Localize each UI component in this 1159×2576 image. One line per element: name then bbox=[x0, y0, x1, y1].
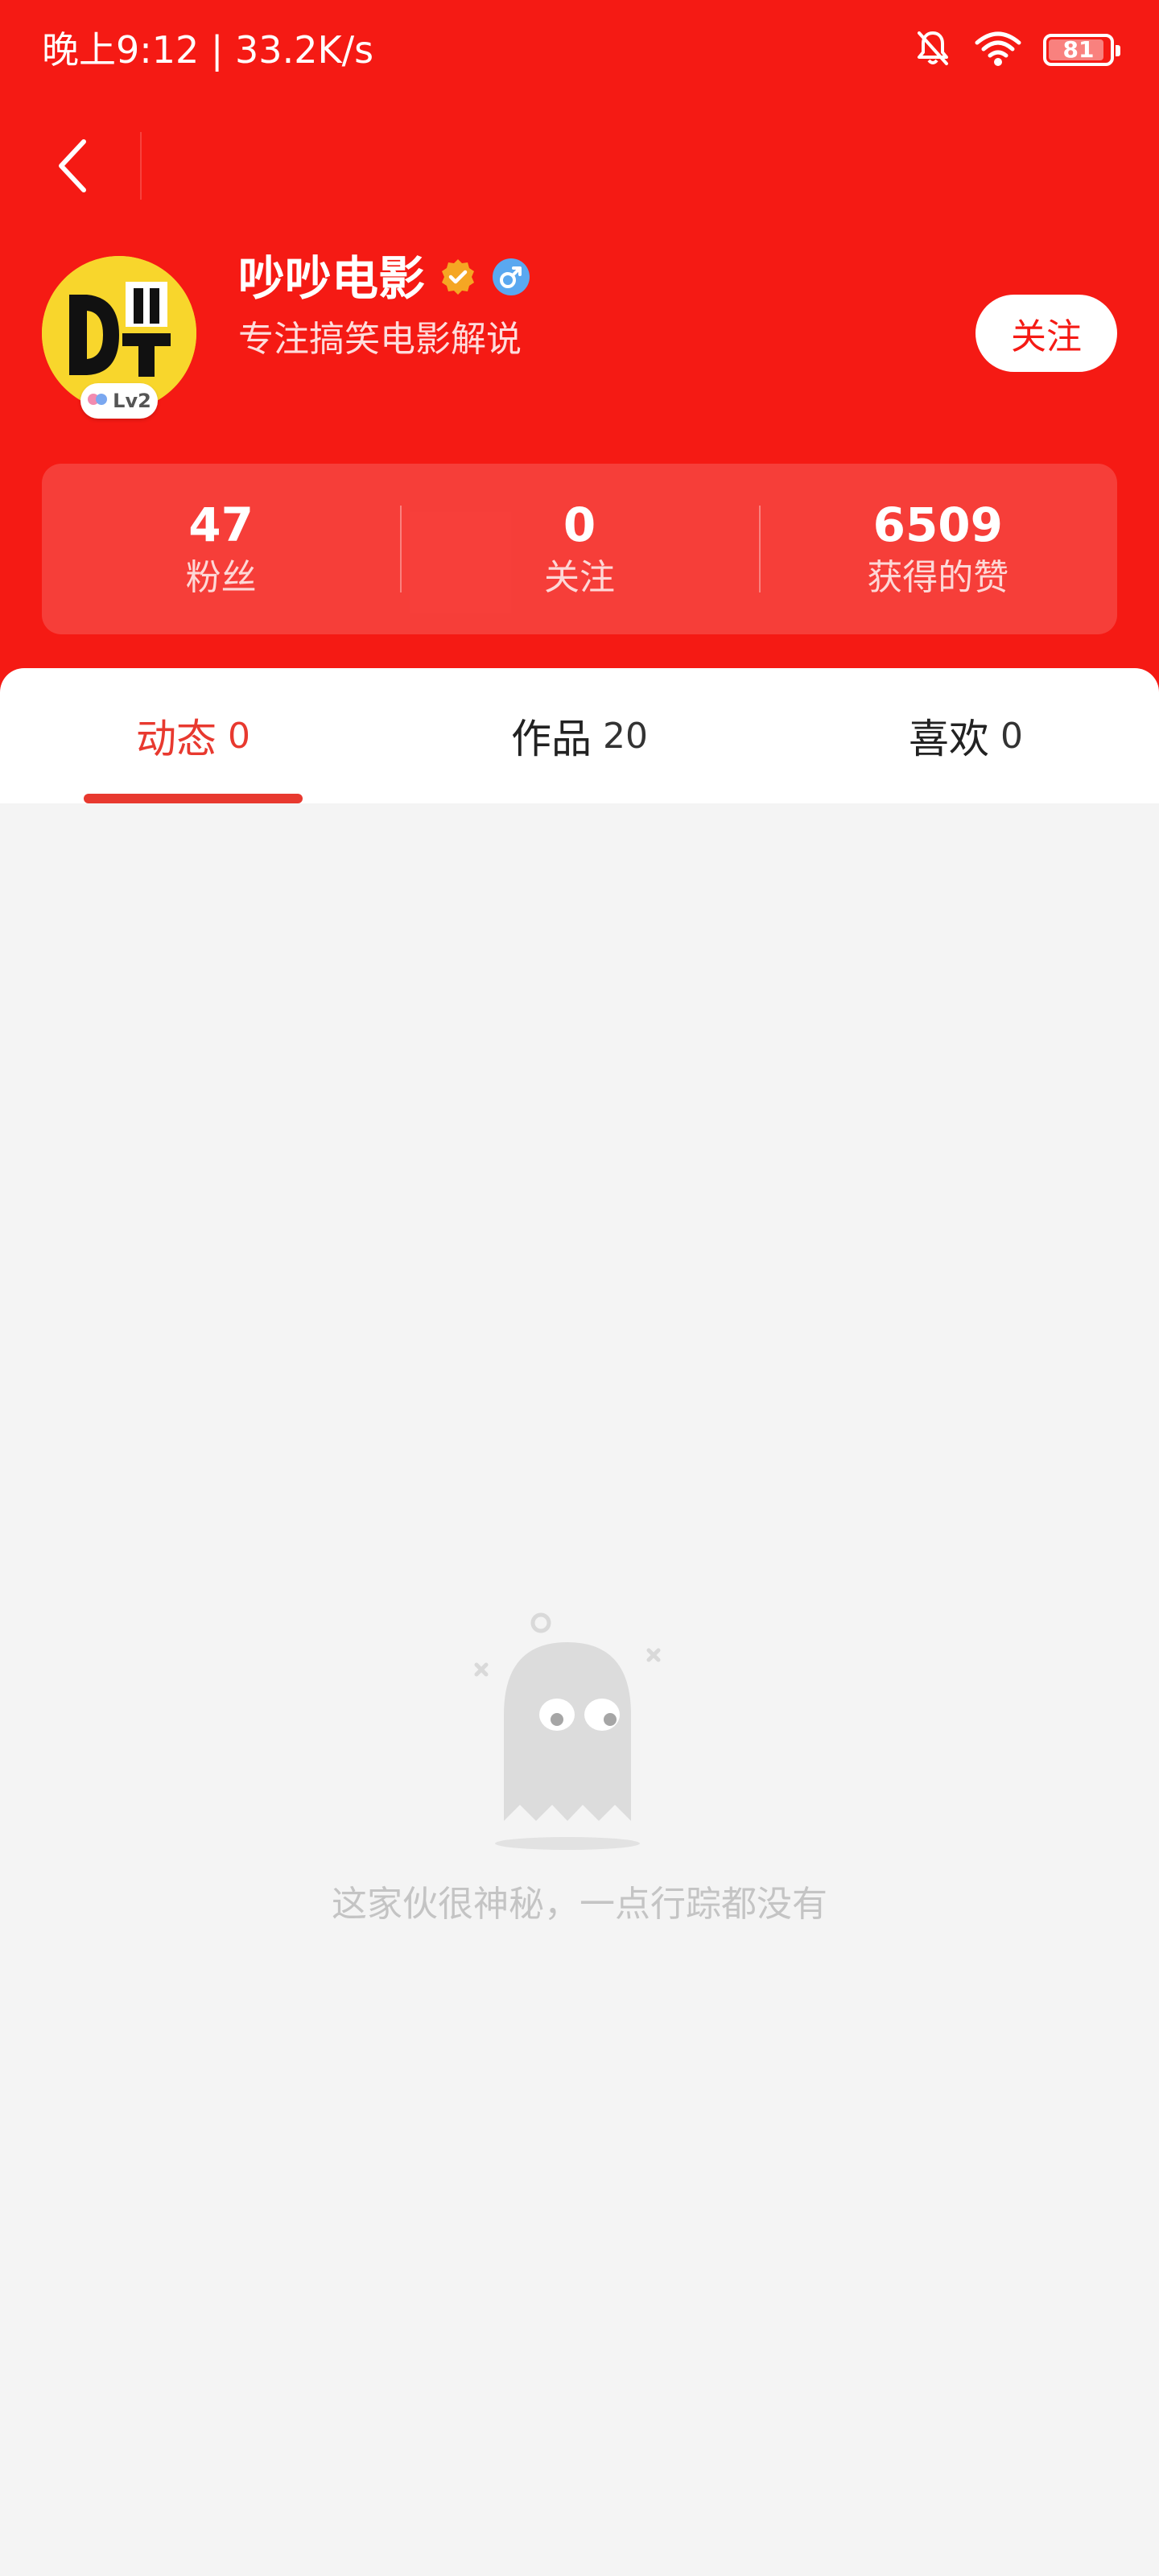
chevron-left-icon bbox=[55, 137, 90, 198]
stat-likes-value: 6509 bbox=[872, 497, 1004, 552]
back-button[interactable] bbox=[40, 129, 105, 206]
bell-off-icon bbox=[913, 28, 953, 72]
profile-header: 晚上9:12 | 33.2K/s 81 Lv2 吵吵电影 专注搞笑电影解说 关注… bbox=[0, 0, 1159, 692]
tab-likes-label: 喜欢 bbox=[909, 716, 989, 762]
stat-following[interactable]: 0 关注 bbox=[400, 464, 758, 634]
stat-fans-label: 粉丝 bbox=[185, 557, 257, 598]
stat-following-value: 0 bbox=[563, 497, 596, 552]
stat-fans-value: 47 bbox=[188, 497, 254, 552]
stats-card: 47 粉丝 0 关注 6509 获得的赞 bbox=[42, 464, 1117, 634]
tab-works[interactable]: 作品 20 bbox=[386, 668, 773, 803]
battery-icon: 81 bbox=[1043, 34, 1120, 66]
tab-works-label: 作品 bbox=[511, 716, 592, 762]
level-badge: Lv2 bbox=[80, 383, 158, 419]
profile-tabs: 动态 0 作品 20 喜欢 0 bbox=[0, 668, 1159, 803]
nav-divider bbox=[140, 132, 142, 200]
wifi-icon bbox=[974, 28, 1022, 72]
status-time-speed: 晚上9:12 | 33.2K/s bbox=[42, 28, 374, 72]
stat-likes-label: 获得的赞 bbox=[867, 557, 1009, 598]
ghost-icon bbox=[467, 1610, 668, 1852]
tab-posts[interactable]: 动态 0 bbox=[0, 668, 386, 803]
male-icon bbox=[491, 257, 531, 300]
profile-name: 吵吵电影 bbox=[238, 251, 426, 306]
tab-likes-count: 0 bbox=[1000, 715, 1023, 757]
stat-following-label: 关注 bbox=[543, 557, 615, 598]
profile-bio: 专注搞笑电影解说 bbox=[238, 319, 522, 360]
stat-fans[interactable]: 47 粉丝 bbox=[42, 464, 400, 634]
level-text: Lv2 bbox=[113, 390, 151, 412]
follow-button[interactable]: 关注 bbox=[975, 295, 1117, 372]
tab-likes[interactable]: 喜欢 0 bbox=[773, 668, 1159, 803]
battery-level: 81 bbox=[1062, 36, 1095, 63]
tab-posts-label: 动态 bbox=[136, 716, 217, 762]
tab-posts-count: 0 bbox=[228, 715, 250, 757]
stat-likes[interactable]: 6509 获得的赞 bbox=[758, 464, 1117, 634]
empty-state-text: 这家伙很神秘，一点行踪都没有 bbox=[332, 1884, 827, 1925]
verified-badge-icon bbox=[438, 257, 478, 300]
status-icons: 81 bbox=[913, 27, 1120, 72]
tab-works-count: 20 bbox=[603, 715, 648, 757]
profile-name-row: 吵吵电影 bbox=[238, 246, 531, 311]
tab-active-indicator bbox=[84, 794, 303, 803]
level-icon bbox=[87, 390, 108, 411]
